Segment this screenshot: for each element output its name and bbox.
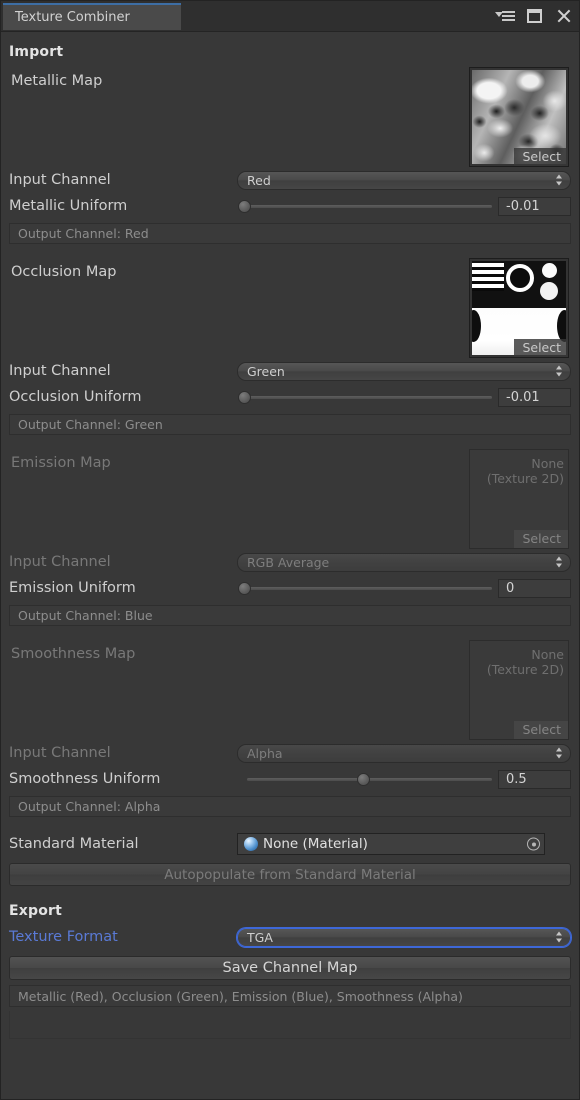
tab-label: Texture Combiner [15, 10, 130, 25]
smoothness-input-channel-row: Input Channel Alpha [9, 740, 571, 766]
emission-map-block: Emission Map None (Texture 2D) Select [9, 449, 571, 549]
smoothness-select-button[interactable]: Select [514, 721, 568, 739]
texture-format-dropdown[interactable]: TGA [237, 928, 571, 947]
autopopulate-button[interactable]: Autopopulate from Standard Material [9, 863, 571, 886]
metallic-input-channel-dropdown[interactable]: Red [237, 171, 571, 190]
occlusion-input-channel-label: Input Channel [9, 363, 237, 379]
texture-format-row: Texture Format TGA [9, 924, 571, 950]
channel-summary-bar: Metallic (Red), Occlusion (Green), Emiss… [9, 985, 571, 1007]
standard-material-label: Standard Material [9, 836, 237, 852]
metallic-uniform-row: Metallic Uniform -0.01 [9, 193, 571, 219]
map-entry-occlusion: Occlusion Map Select Input Channel Gre [9, 258, 571, 435]
map-entry-emission: Emission Map None (Texture 2D) Select In… [9, 449, 571, 626]
emission-map-thumbnail[interactable]: None (Texture 2D) Select [469, 449, 569, 549]
chevron-updown-icon [556, 365, 563, 378]
occlusion-input-channel-dropdown[interactable]: Green [237, 362, 571, 381]
metallic-output-channel: Output Channel: Red [9, 223, 571, 244]
panel-menu-button[interactable] [495, 6, 515, 26]
metallic-map-label: Metallic Map [11, 73, 102, 89]
material-sphere-icon [244, 837, 258, 851]
tab-texture-combiner[interactable]: Texture Combiner [3, 3, 181, 30]
smoothness-uniform-slider[interactable] [237, 769, 492, 789]
save-channel-map-button[interactable]: Save Channel Map [9, 956, 571, 980]
occlusion-input-channel-value: Green [247, 364, 285, 379]
texture-format-label: Texture Format [9, 929, 237, 945]
maximize-icon [527, 9, 542, 23]
panel-content: Import Metallic Map Select Input Channel… [1, 32, 579, 1099]
slider-handle[interactable] [357, 773, 370, 786]
window-controls [495, 1, 573, 31]
import-section-header: Import [9, 32, 571, 67]
metallic-input-channel-row: Input Channel Red [9, 167, 571, 193]
chevron-updown-icon [556, 174, 563, 187]
smoothness-input-channel-value: Alpha [247, 746, 283, 761]
metallic-uniform-value-field[interactable]: -0.01 [498, 197, 571, 216]
emission-uniform-slider[interactable] [237, 578, 492, 598]
slider-handle[interactable] [238, 582, 251, 595]
map-entry-metallic: Metallic Map Select Input Channel Red Me… [9, 67, 571, 244]
emission-output-channel: Output Channel: Blue [9, 605, 571, 626]
target-picker-icon[interactable] [527, 838, 540, 851]
smoothness-output-channel: Output Channel: Alpha [9, 796, 571, 817]
metallic-select-button[interactable]: Select [514, 148, 568, 166]
smoothness-uniform-value-field[interactable]: 0.5 [498, 770, 571, 789]
emission-select-button[interactable]: Select [514, 530, 568, 548]
chevron-updown-icon [556, 747, 563, 760]
standard-material-row: Standard Material None (Material) [9, 831, 571, 857]
metallic-input-channel-label: Input Channel [9, 172, 237, 188]
slider-track [247, 396, 492, 399]
close-icon [556, 9, 571, 24]
emission-uniform-label: Emission Uniform [9, 580, 237, 596]
emission-input-channel-label: Input Channel [9, 554, 237, 570]
smoothness-map-thumbnail[interactable]: None (Texture 2D) Select [469, 640, 569, 740]
hamburger-menu-icon [495, 9, 515, 23]
occlusion-uniform-slider[interactable] [237, 387, 492, 407]
export-section-header: Export [9, 886, 571, 924]
slider-handle[interactable] [238, 391, 251, 404]
occlusion-input-channel-row: Input Channel Green [9, 358, 571, 384]
emission-none-text: None (Texture 2D) [470, 456, 564, 486]
metallic-uniform-slider[interactable] [237, 196, 492, 216]
occlusion-output-channel: Output Channel: Green [9, 414, 571, 435]
slider-track [247, 587, 492, 590]
smoothness-uniform-label: Smoothness Uniform [9, 771, 237, 787]
slider-track [247, 205, 492, 208]
emission-input-channel-row: Input Channel RGB Average [9, 549, 571, 575]
smoothness-map-block: Smoothness Map None (Texture 2D) Select [9, 640, 571, 740]
texture-format-value: TGA [247, 930, 273, 945]
emission-input-channel-dropdown[interactable]: RGB Average [237, 553, 571, 572]
smoothness-none-text: None (Texture 2D) [470, 647, 564, 677]
occlusion-map-thumbnail[interactable]: Select [469, 258, 569, 358]
occlusion-uniform-row: Occlusion Uniform -0.01 [9, 384, 571, 410]
smoothness-uniform-row: Smoothness Uniform 0.5 [9, 766, 571, 792]
standard-material-value: None (Material) [263, 836, 368, 852]
occlusion-map-block: Occlusion Map Select [9, 258, 571, 358]
standard-material-object-field[interactable]: None (Material) [237, 833, 545, 855]
smoothness-input-channel-label: Input Channel [9, 745, 237, 761]
panel-footer [9, 1011, 571, 1039]
metallic-uniform-label: Metallic Uniform [9, 198, 237, 214]
occlusion-select-button[interactable]: Select [514, 339, 568, 357]
slider-handle[interactable] [238, 200, 251, 213]
smoothness-map-label: Smoothness Map [11, 646, 135, 662]
chevron-updown-icon [556, 556, 563, 569]
metallic-input-channel-value: Red [247, 173, 271, 188]
occlusion-uniform-value-field[interactable]: -0.01 [498, 388, 571, 407]
maximize-button[interactable] [524, 6, 544, 26]
chevron-updown-icon [556, 931, 563, 944]
emission-uniform-row: Emission Uniform 0 [9, 575, 571, 601]
occlusion-map-label: Occlusion Map [11, 264, 116, 280]
emission-map-label: Emission Map [11, 455, 111, 471]
close-button[interactable] [553, 6, 573, 26]
smoothness-input-channel-dropdown[interactable]: Alpha [237, 744, 571, 763]
metallic-map-thumbnail[interactable]: Select [469, 67, 569, 167]
emission-uniform-value-field[interactable]: 0 [498, 579, 571, 598]
emission-input-channel-value: RGB Average [247, 555, 329, 570]
occlusion-uniform-label: Occlusion Uniform [9, 389, 237, 405]
metallic-map-block: Metallic Map Select [9, 67, 571, 167]
texture-combiner-window: Texture Combiner Import Metallic Map [0, 0, 580, 1100]
map-entry-smoothness: Smoothness Map None (Texture 2D) Select … [9, 640, 571, 817]
window-titlebar: Texture Combiner [1, 1, 579, 32]
